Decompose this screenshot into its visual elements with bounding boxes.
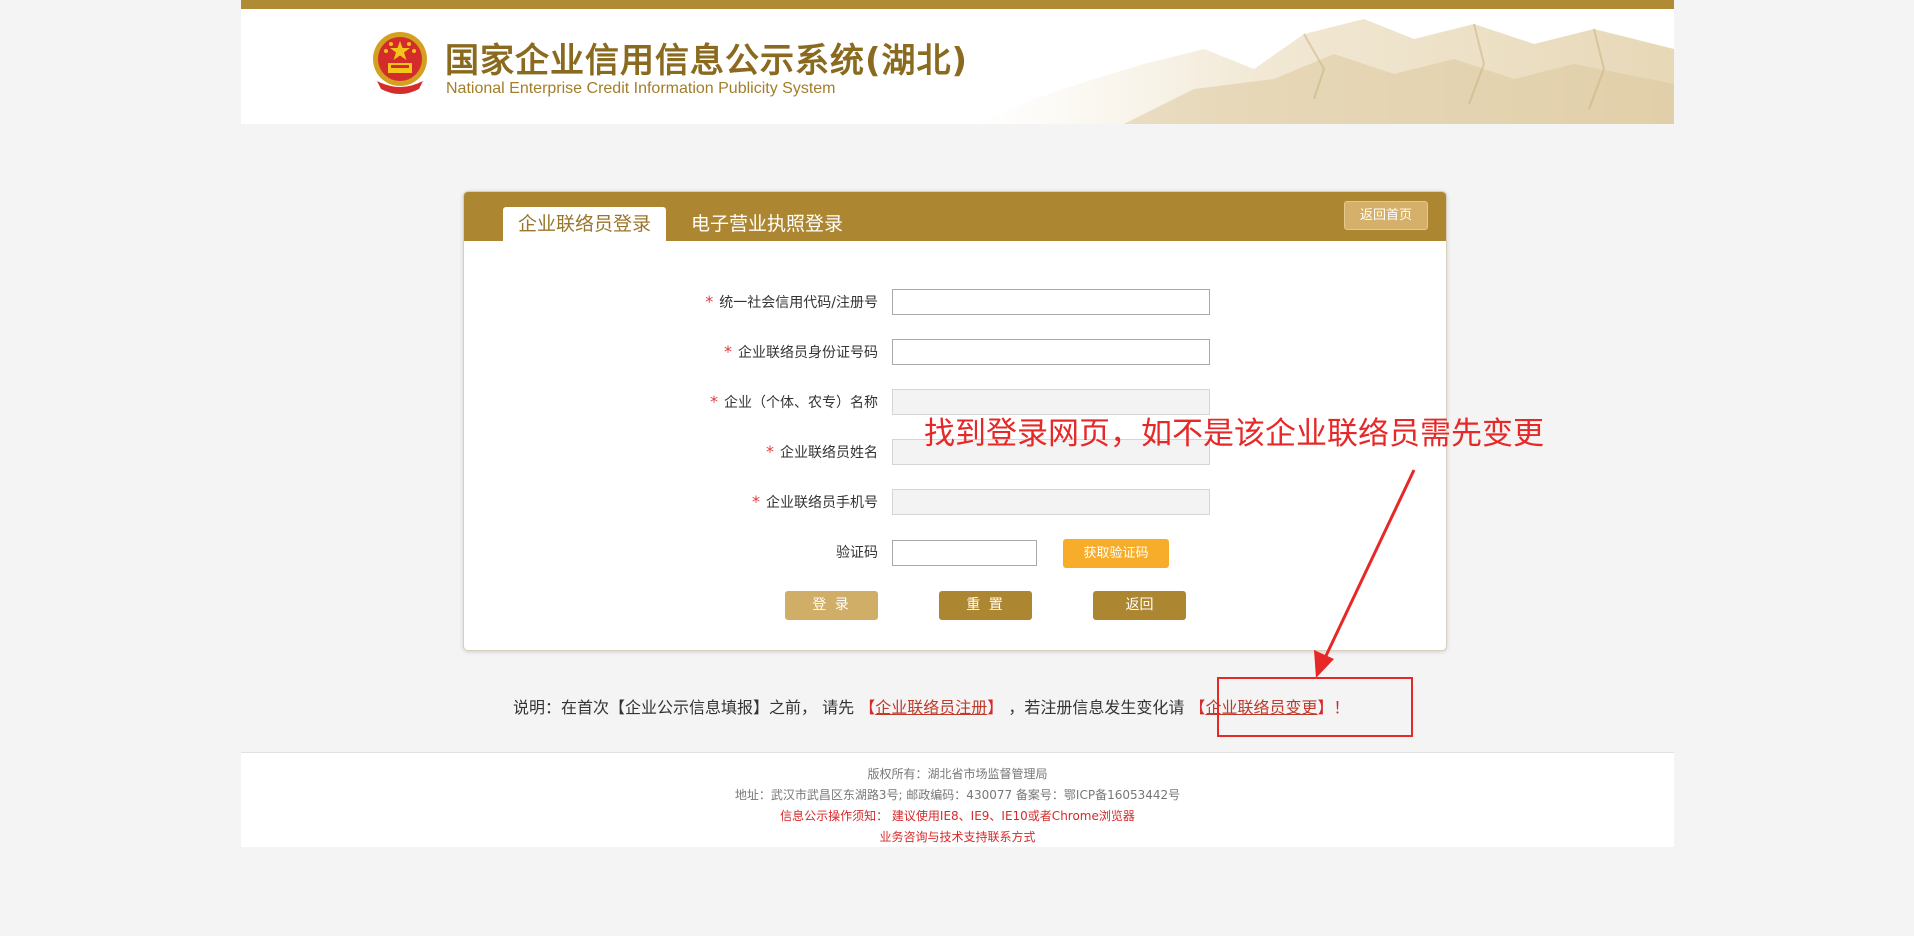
required-mark: *: [752, 492, 760, 511]
page: 国家企业信用信息公示系统(湖北) National Enterprise Cre…: [0, 0, 1914, 936]
liaison-register-link[interactable]: 企业联络员注册: [875, 698, 987, 717]
footer-support-link[interactable]: 业务咨询与技术支持联系方式: [241, 829, 1674, 845]
required-mark: *: [766, 442, 774, 461]
national-emblem-icon: [373, 32, 427, 94]
id-number-label: * 企业联络员身份证号码: [724, 342, 878, 361]
login-button[interactable]: 登 录: [785, 591, 878, 620]
captcha-input[interactable]: [892, 540, 1037, 566]
footer-browser-tip[interactable]: 信息公示操作须知： 建议使用IE8、IE9、IE10或者Chrome浏览器: [241, 808, 1674, 824]
site-title: 国家企业信用信息公示系统(湖北): [445, 41, 969, 81]
form-row-id-number: * 企业联络员身份证号码: [464, 339, 1446, 365]
login-tab-bar: 企业联络员登录 电子营业执照登录 返回首页: [464, 192, 1446, 241]
back-to-home-button[interactable]: 返回首页: [1344, 201, 1428, 230]
header-top-bar: [241, 0, 1674, 9]
form-row-credit-code: * 统一社会信用代码/注册号: [464, 289, 1446, 315]
id-number-input[interactable]: [892, 339, 1210, 365]
required-mark: *: [705, 292, 714, 311]
back-button[interactable]: 返回: [1093, 591, 1186, 620]
reset-button[interactable]: 重 置: [939, 591, 1032, 620]
register-link-wrapper: 【企业联络员注册】: [859, 698, 1004, 717]
mountain-background-image: [974, 19, 1674, 124]
liaison-phone-input: [892, 489, 1210, 515]
annotation-arrow-icon: [1314, 469, 1416, 678]
form-row-captcha: 验证码 获取验证码: [464, 539, 1446, 568]
required-mark: *: [710, 392, 718, 411]
credit-code-label: * 统一社会信用代码/注册号: [705, 292, 878, 311]
site-subtitle-en: National Enterprise Credit Information P…: [446, 80, 836, 97]
annotation-highlight-box: [1217, 677, 1413, 737]
footer-copyright: 版权所有：湖北省市场监督管理局: [867, 767, 1048, 781]
required-mark: *: [724, 342, 732, 361]
site-footer: 版权所有：湖北省市场监督管理局 地址：武汉市武昌区东湖路3号; 邮政编码：430…: [241, 752, 1674, 847]
footer-address: 地址：武汉市武昌区东湖路3号; 邮政编码：430077 备案号：鄂ICP备160…: [734, 788, 1181, 802]
site-header: 国家企业信用信息公示系统(湖北) National Enterprise Cre…: [241, 0, 1674, 124]
get-captcha-button[interactable]: 获取验证码: [1063, 539, 1169, 568]
enterprise-name-label: * 企业（个体、农专）名称: [710, 392, 878, 411]
liaison-phone-label: * 企业联络员手机号: [752, 492, 878, 511]
form-row-liaison-phone: * 企业联络员手机号: [464, 489, 1446, 515]
captcha-label: 验证码: [836, 545, 878, 561]
credit-code-input[interactable]: [892, 289, 1210, 315]
liaison-name-label: * 企业联络员姓名: [766, 442, 878, 461]
tab-liaison-login[interactable]: 企业联络员登录: [503, 207, 667, 241]
tab-e-license-login[interactable]: 电子营业执照登录: [676, 207, 858, 241]
annotation-text: 找到登录网页，如不是该企业联络员需先变更: [924, 416, 1544, 452]
